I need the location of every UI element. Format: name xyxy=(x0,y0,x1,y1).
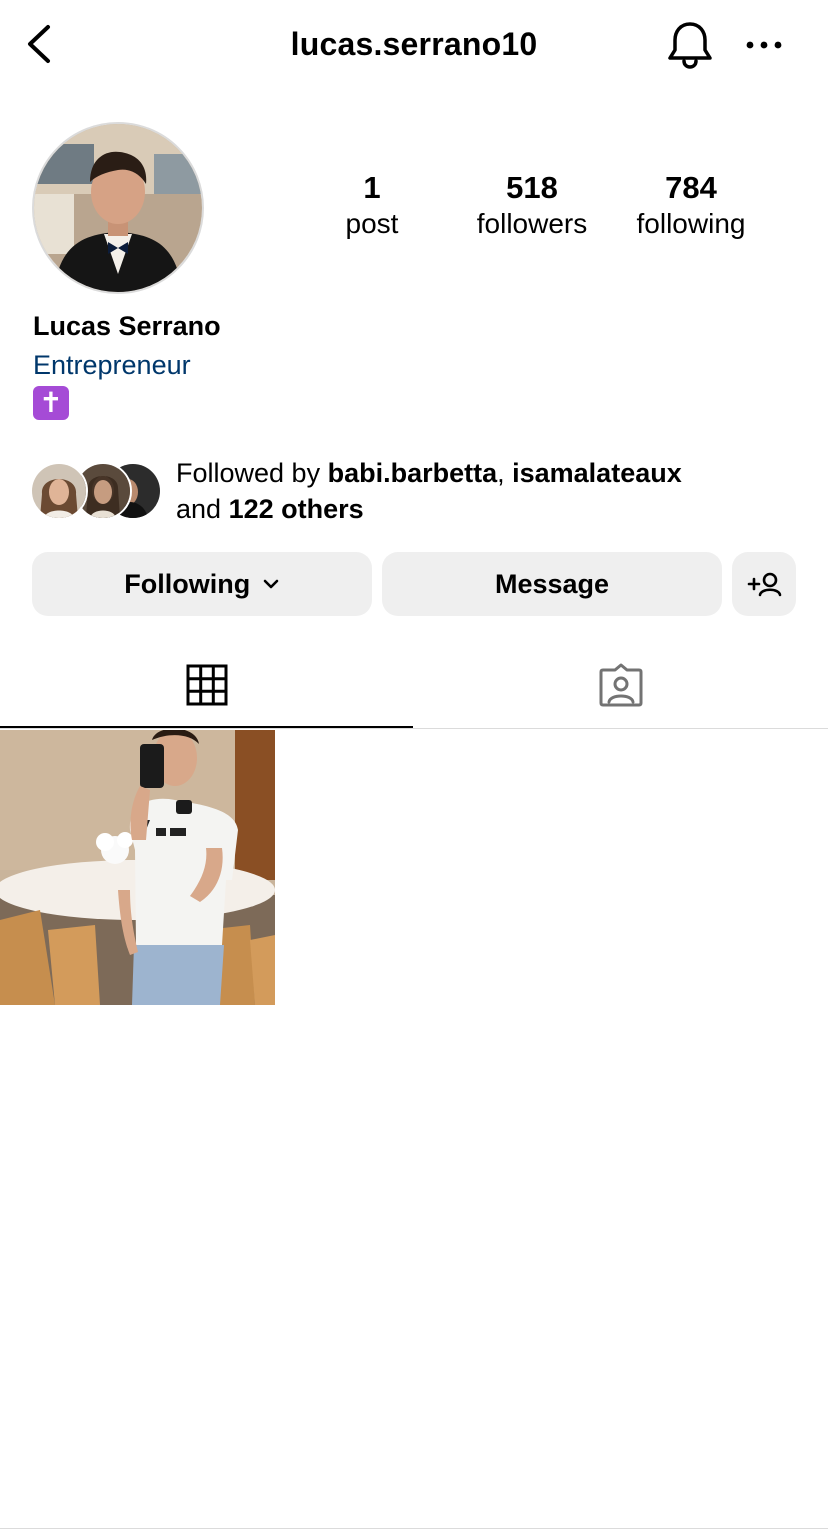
bottom-divider xyxy=(0,1528,828,1529)
profile-category[interactable]: Entrepreneur xyxy=(33,350,191,381)
followed-by-and: and xyxy=(176,494,229,524)
tab-posts-grid[interactable] xyxy=(0,640,413,728)
followers-count-label: followers xyxy=(476,208,588,239)
chevron-down-icon xyxy=(263,579,279,589)
post-thumbnail[interactable] xyxy=(0,730,275,1005)
following-count-value: 784 xyxy=(665,170,717,205)
top-bar: lucas.serrano10 xyxy=(0,0,828,90)
ellipsis-icon xyxy=(746,41,782,49)
tagged-person-icon xyxy=(599,663,643,707)
notifications-button[interactable] xyxy=(666,20,714,70)
posts-count-value: 1 xyxy=(363,170,381,205)
bio-cross-emoji: ✝ xyxy=(33,386,69,420)
following-count-label: following xyxy=(636,208,746,239)
add-person-icon xyxy=(747,572,782,597)
followers-count[interactable]: 518 followers xyxy=(452,170,612,242)
message-button-label: Message xyxy=(494,569,610,599)
more-options-button[interactable] xyxy=(742,30,786,60)
following-count[interactable]: 784 following xyxy=(611,170,771,242)
message-button[interactable]: Message xyxy=(382,552,722,616)
posts-count-label: post xyxy=(345,208,399,239)
suggested-users-button[interactable] xyxy=(732,552,796,616)
followed-by-text[interactable]: Followed by babi.barbetta, isamalateaux … xyxy=(176,455,816,527)
posts-count[interactable]: 1 post xyxy=(292,170,452,242)
mutual-avatar xyxy=(30,462,88,520)
followed-by-separator: , xyxy=(497,458,513,488)
mutual-others-count[interactable]: 122 others xyxy=(229,494,364,524)
mutual-user-1[interactable]: babi.barbetta xyxy=(328,458,498,488)
bell-icon xyxy=(668,22,712,69)
tabs-divider xyxy=(0,728,828,729)
followers-count-value: 518 xyxy=(506,170,558,205)
grid-icon xyxy=(186,664,228,706)
following-button[interactable]: Following xyxy=(32,552,372,616)
mutual-followers-avatars[interactable] xyxy=(30,462,162,522)
mutual-user-2[interactable]: isamalateaux xyxy=(512,458,682,488)
following-button-label: Following xyxy=(124,569,251,599)
profile-avatar[interactable] xyxy=(32,122,204,294)
profile-full-name: Lucas Serrano xyxy=(33,311,221,341)
tab-tagged[interactable] xyxy=(413,640,828,728)
followed-by-prefix: Followed by xyxy=(176,458,328,488)
